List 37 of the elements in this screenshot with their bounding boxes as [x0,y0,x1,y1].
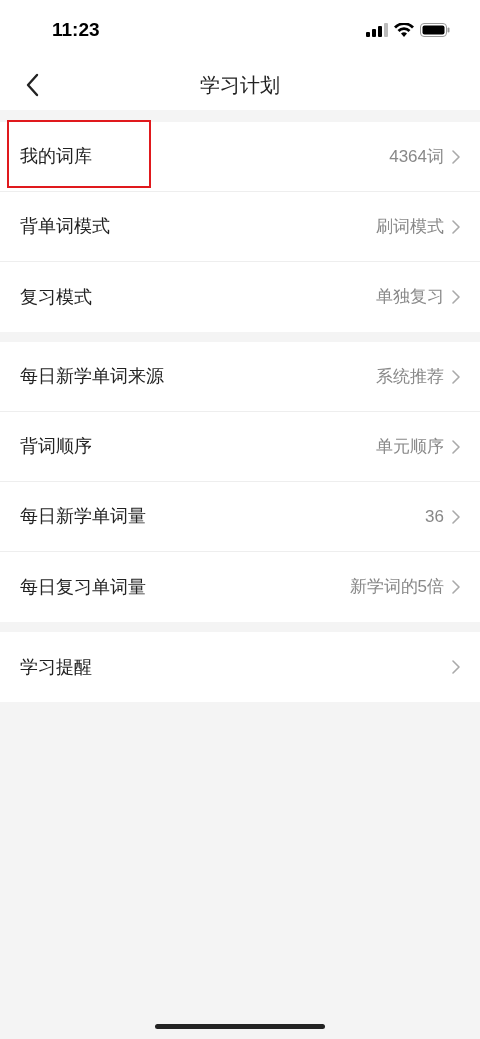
chevron-icon [452,369,460,384]
page-title: 学习计划 [200,73,280,98]
settings-row[interactable]: 复习模式 单独复习 [0,262,480,332]
wifi-icon [394,23,414,37]
row-value: 单元顺序 [376,435,444,458]
chevron-icon [452,439,460,454]
row-label: 每日新学单词来源 [20,365,165,388]
settings-row[interactable]: 背词顺序 单元顺序 [0,412,480,482]
chevron-icon [452,660,460,674]
row-value: 系统推荐 [376,365,444,388]
row-label: 每日新学单词量 [20,505,147,528]
chevron-icon [452,219,460,234]
row-value: 36 [425,505,444,528]
row-label: 我的词库 [20,145,93,168]
row-label: 背单词模式 [20,215,111,238]
signal-icon [366,23,388,37]
row-label: 每日复习单词量 [20,575,147,599]
row-value: 刷词模式 [376,215,444,238]
row-label: 背词顺序 [20,435,93,458]
settings-row[interactable]: 我的词库 4364词 [0,122,480,192]
battery-icon [420,23,450,37]
chevron-icon [452,149,460,164]
chevron-icon [452,290,460,304]
back-icon [25,73,39,97]
row-value: 新学词的5倍 [349,576,444,599]
settings-row[interactable]: 每日复习单词量 新学词的5倍 [0,552,480,622]
chevron-icon [452,509,460,524]
status-time: 11:23 [52,17,100,42]
chevron-icon [452,580,460,594]
row-value: 单独复习 [376,286,444,309]
row-value: 4364词 [389,145,444,168]
settings-row[interactable]: 背单词模式 刷词模式 [0,192,480,262]
settings-row[interactable]: 学习提醒 [0,632,480,702]
row-label: 学习提醒 [20,655,93,679]
settings-row[interactable]: 每日新学单词来源 系统推荐 [0,342,480,412]
row-label: 复习模式 [20,285,93,309]
settings-row[interactable]: 每日新学单词量 36 [0,482,480,552]
